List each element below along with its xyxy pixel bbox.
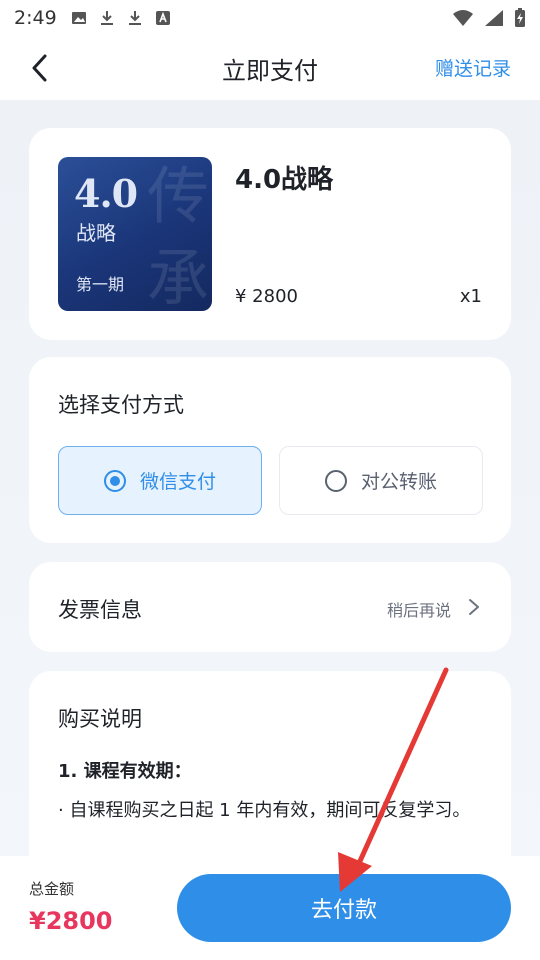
product-cover-image: 传 承 4.0 战略 第一期 — [58, 157, 212, 311]
header: 立即支付 赠送记录 — [0, 36, 540, 100]
product-price: ¥ 2800 — [235, 286, 298, 307]
product-name: 4.0战略 — [235, 165, 334, 195]
status-time: 2:49 — [14, 7, 57, 29]
download-icon — [100, 11, 113, 25]
cover-subtitle: 战略 — [76, 221, 116, 245]
payment-option-wechat[interactable]: 微信支付 — [58, 446, 262, 515]
total-amount: ¥2800 — [29, 907, 113, 935]
chevron-right-icon — [469, 599, 479, 615]
purchase-note-heading: 1. 课程有效期： — [58, 761, 192, 782]
signal-icon — [485, 10, 503, 26]
payment-option-label: 对公转账 — [360, 471, 437, 493]
payment-option-bank-transfer[interactable]: 对公转账 — [279, 446, 483, 515]
purchase-note-body: · 自课程购买之日起 1 年内有效，期间可反复学习。 — [58, 800, 471, 821]
status-bar: 2:49 — [0, 0, 540, 36]
image-icon — [71, 12, 86, 24]
radio-selected-icon — [103, 469, 126, 492]
cover-decoration: 传 承 — [136, 163, 209, 307]
battery-charging-icon — [515, 8, 525, 27]
cover-title: 4.0 — [74, 171, 138, 216]
invoice-title: 发票信息 — [58, 598, 142, 622]
payment-method-title: 选择支付方式 — [58, 393, 184, 417]
radio-unselected-icon — [324, 469, 347, 492]
status-icons-left — [71, 10, 171, 26]
download-icon — [128, 11, 141, 25]
invoice-value: 稍后再说 — [386, 601, 451, 620]
status-icons-right — [452, 8, 526, 28]
gift-record-link[interactable]: 赠送记录 — [435, 54, 511, 81]
purchase-note-title: 购买说明 — [58, 707, 142, 731]
checkout-bar: 总金额 ¥2800 去付款 — [0, 856, 540, 960]
cover-issue: 第一期 — [76, 275, 125, 294]
chevron-left-icon — [32, 54, 47, 82]
pay-button[interactable]: 去付款 — [177, 874, 511, 942]
wifi-icon — [453, 10, 473, 26]
product-card: 传 承 4.0 战略 第一期 4.0战略 ¥ 2800 x1 — [29, 128, 511, 340]
back-button[interactable] — [24, 52, 54, 84]
invoice-row[interactable]: 发票信息 稍后再说 — [29, 562, 511, 652]
total-label: 总金额 — [29, 880, 75, 898]
a-box-icon — [155, 11, 170, 25]
payment-method-card: 选择支付方式 微信支付 对公转账 — [29, 357, 511, 543]
payment-option-label: 微信支付 — [139, 471, 216, 493]
product-quantity: x1 — [459, 286, 482, 307]
page-title: 立即支付 — [222, 56, 318, 85]
